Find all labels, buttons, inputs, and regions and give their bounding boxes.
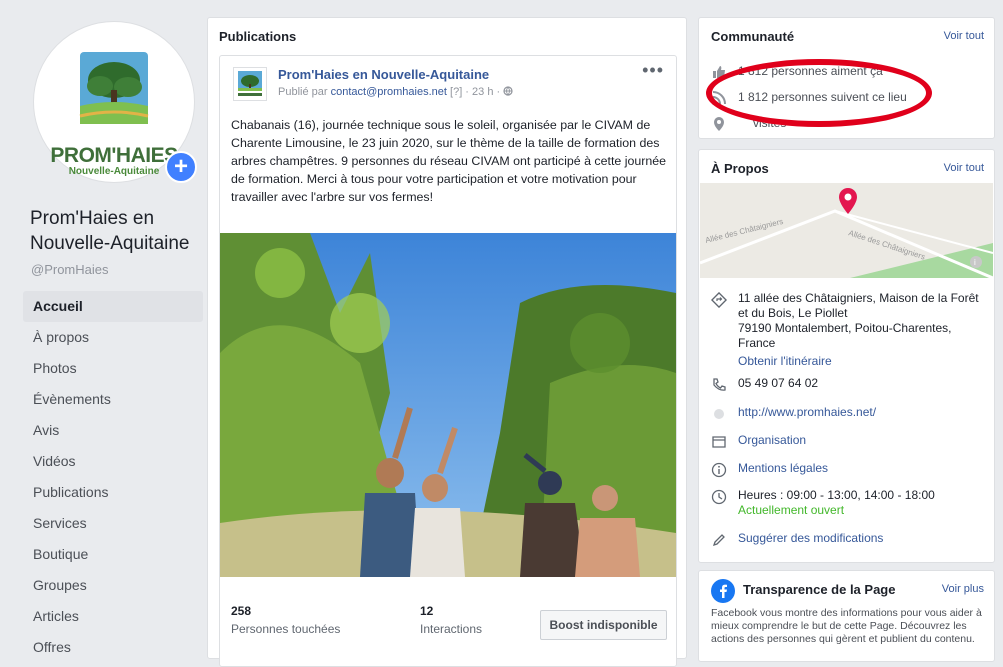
nav-item-avis[interactable]: Avis: [23, 415, 203, 446]
nav-item-services[interactable]: Services: [23, 508, 203, 539]
boost-button[interactable]: Boost indisponible: [540, 610, 667, 640]
phone-icon: [713, 378, 726, 391]
transparency-see-more-link[interactable]: Voir plus: [942, 583, 984, 595]
transparency-card: Transparence de la Page Voir plus Facebo…: [698, 570, 995, 662]
about-card: À Propos Voir tout Allée des Châtaignier…: [698, 149, 995, 563]
nav-item-videos[interactable]: Vidéos: [23, 446, 203, 477]
nav-item-a-propos[interactable]: À propos: [23, 322, 203, 353]
publications-card: Publications Prom'Haies en Nouvelle-Aqui…: [207, 17, 687, 667]
address-line-3: 79190 Montalembert, Poitou-Charentes,: [738, 321, 952, 335]
nav-item-accueil[interactable]: Accueil: [23, 291, 203, 322]
address-line-2: et du Bois, Le Piollet: [738, 306, 848, 320]
nav-item-groupes[interactable]: Groupes: [23, 570, 203, 601]
transparency-title[interactable]: Transparence de la Page: [743, 582, 895, 597]
clock-icon: [711, 489, 727, 505]
highlight-annotation: [706, 59, 932, 127]
post-meta: Publié par contact@promhaies.net [?] · 2…: [278, 86, 513, 98]
directions-icon: [711, 292, 727, 308]
directions-link[interactable]: Obtenir l'itinéraire: [738, 354, 988, 369]
facebook-icon: [711, 579, 735, 603]
page-title-line1: Prom'Haies en: [30, 208, 155, 229]
about-see-all-link[interactable]: Voir tout: [944, 162, 984, 174]
page-title-line2: Nouvelle-Aquitaine: [30, 233, 190, 254]
post-options-icon[interactable]: •••: [642, 60, 664, 81]
location-pin-icon: [714, 117, 724, 131]
community-title[interactable]: Communauté: [711, 29, 794, 44]
nav-item-photos[interactable]: Photos: [23, 353, 203, 384]
tree-logo-icon: [79, 52, 149, 124]
nav-item-publications[interactable]: Publications: [23, 477, 203, 508]
transparency-text: Facebook vous montre des informations po…: [711, 607, 982, 645]
reach-value: 258: [231, 604, 252, 618]
address-line-4: France: [738, 336, 776, 350]
open-status: Actuellement ouvert: [738, 503, 845, 517]
website-link[interactable]: http://www.promhaies.net/: [738, 405, 988, 420]
category-icon: [712, 436, 726, 448]
add-icon[interactable]: +: [165, 151, 197, 183]
post-card: Prom'Haies en Nouvelle-Aquitaine Publié …: [219, 55, 677, 667]
left-column: PROM'HAIES Nouvelle-Aquitaine + Prom'Hai…: [0, 0, 210, 655]
community-see-all-link[interactable]: Voir tout: [944, 30, 984, 42]
address-line-1: 11 allée des Châtaigniers, Maison de la …: [738, 291, 979, 305]
nav-item-boutique[interactable]: Boutique: [23, 539, 203, 570]
interactions-label: Interactions: [420, 622, 483, 636]
post-photo[interactable]: [220, 233, 676, 577]
category-link[interactable]: Organisation: [738, 433, 988, 448]
phone-text[interactable]: 05 49 07 64 02: [738, 376, 988, 391]
legal-link[interactable]: Mentions légales: [738, 461, 988, 476]
info-icon: [711, 462, 727, 478]
suggest-edits-link[interactable]: Suggérer des modifications: [738, 531, 988, 546]
pencil-icon: [712, 534, 725, 547]
page-nav: Accueil À propos Photos Évènements Avis …: [23, 291, 203, 663]
address-text: 11 allée des Châtaigniers, Maison de la …: [738, 291, 988, 369]
post-published-by: Publié par: [278, 86, 328, 98]
about-title[interactable]: À Propos: [711, 161, 769, 176]
publications-title[interactable]: Publications: [219, 29, 296, 44]
interactions-value: 12: [420, 604, 434, 618]
post-author-avatar[interactable]: [233, 67, 267, 101]
post-time[interactable]: [?] · 23 h ·: [450, 86, 500, 98]
post-publisher-link[interactable]: contact@promhaies.net: [331, 86, 447, 98]
globe-icon: [714, 409, 724, 419]
page-handle[interactable]: @PromHaies: [31, 262, 109, 277]
hours-value[interactable]: Heures : 09:00 - 13:00, 14:00 - 18:00: [738, 488, 988, 503]
post-text: Chabanais (16), journée technique sous l…: [231, 118, 667, 204]
nav-item-offres[interactable]: Offres: [23, 632, 203, 663]
svg-text:i: i: [974, 258, 976, 267]
reach-label: Personnes touchées: [231, 622, 341, 636]
location-map[interactable]: Allée des Châtaigniers Allée des Châtaig…: [700, 183, 993, 278]
page-title: Prom'Haies en Nouvelle-Aquitaine: [30, 206, 210, 256]
nav-item-articles[interactable]: Articles: [23, 601, 203, 632]
globe-icon: [503, 86, 513, 96]
post-author-name[interactable]: Prom'Haies en Nouvelle-Aquitaine: [278, 67, 489, 82]
hours-text: Heures : 09:00 - 13:00, 14:00 - 18:00 Ac…: [738, 488, 988, 518]
nav-item-evenements[interactable]: Évènements: [23, 384, 203, 415]
